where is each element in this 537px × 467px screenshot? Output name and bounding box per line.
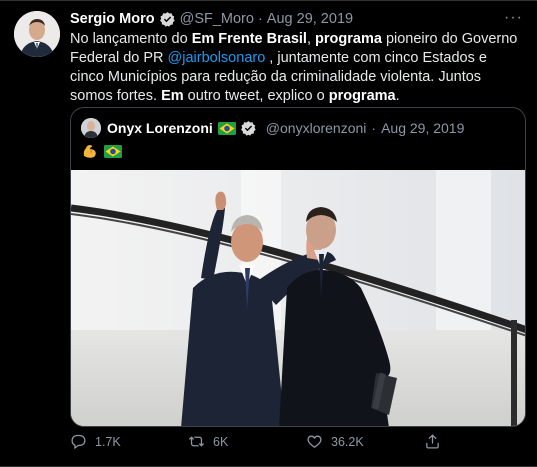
- like-count: 36.2K: [331, 434, 364, 449]
- share-icon: [426, 434, 439, 449]
- tweet-text-bold: Em: [161, 88, 184, 104]
- tweet-text-part: No lançamento do: [70, 31, 192, 47]
- author-avatar[interactable]: [14, 11, 60, 57]
- tweet-date[interactable]: Aug 29, 2019: [267, 9, 353, 29]
- brazil-flag-icon: [104, 144, 122, 158]
- tweet[interactable]: Sergio Moro @SF_Moro · Aug 29, 2019 ··· …: [0, 0, 537, 467]
- tweet-text-part: .: [395, 88, 400, 104]
- tweet-text-bold: Em Frente Brasil: [191, 31, 307, 47]
- author-name[interactable]: Sergio Moro: [70, 9, 155, 29]
- retweet-icon: [188, 436, 205, 447]
- more-icon[interactable]: ···: [504, 9, 523, 27]
- tweet-text-bold: programa: [315, 31, 382, 47]
- verified-icon: [159, 11, 176, 28]
- header-separator: ·: [257, 11, 263, 27]
- tweet-header: Sergio Moro @SF_Moro · Aug 29, 2019: [70, 9, 523, 29]
- author-handle[interactable]: @SF_Moro: [180, 9, 254, 29]
- reply-icon: [71, 434, 86, 450]
- tweet-actions: 1.7K 6K 36.2K: [70, 433, 449, 450]
- quoted-header-separator: ·: [371, 120, 377, 136]
- quoted-author-name[interactable]: Onyx Lorenzoni: [107, 120, 213, 136]
- brazil-flag-icon: [217, 121, 236, 135]
- tweet-text-bold: programa: [328, 88, 396, 104]
- reply-count: 1.7K: [95, 434, 121, 449]
- quoted-author-handle[interactable]: @onyxlorenzoni: [266, 120, 367, 136]
- like-button[interactable]: 36.2K: [306, 433, 424, 450]
- quoted-tweet[interactable]: Onyx Lorenzoni @onyxlorenzoni · Aug 29, …: [70, 107, 526, 427]
- reply-button[interactable]: 1.7K: [70, 433, 188, 450]
- tweet-text-part: outro tweet, explico o: [183, 88, 329, 104]
- share-button[interactable]: [424, 433, 449, 450]
- quoted-tweet-photo[interactable]: [71, 170, 525, 426]
- tweet-text-part: ,: [306, 31, 316, 47]
- flexed-biceps-icon: [81, 142, 99, 160]
- quoted-author-avatar[interactable]: [81, 118, 101, 138]
- quoted-tweet-text: [81, 142, 122, 160]
- tweet-text: No lançamento do Em Frente Brasil, progr…: [70, 30, 520, 106]
- retweet-count: 6K: [213, 434, 229, 449]
- mention-link[interactable]: @jairbolsonaro: [168, 50, 266, 66]
- quoted-tweet-date[interactable]: Aug 29, 2019: [381, 120, 464, 136]
- retweet-button[interactable]: 6K: [188, 433, 306, 450]
- like-icon: [307, 435, 322, 448]
- verified-icon: [240, 120, 257, 137]
- quoted-tweet-header: Onyx Lorenzoni @onyxlorenzoni · Aug 29, …: [81, 118, 464, 138]
